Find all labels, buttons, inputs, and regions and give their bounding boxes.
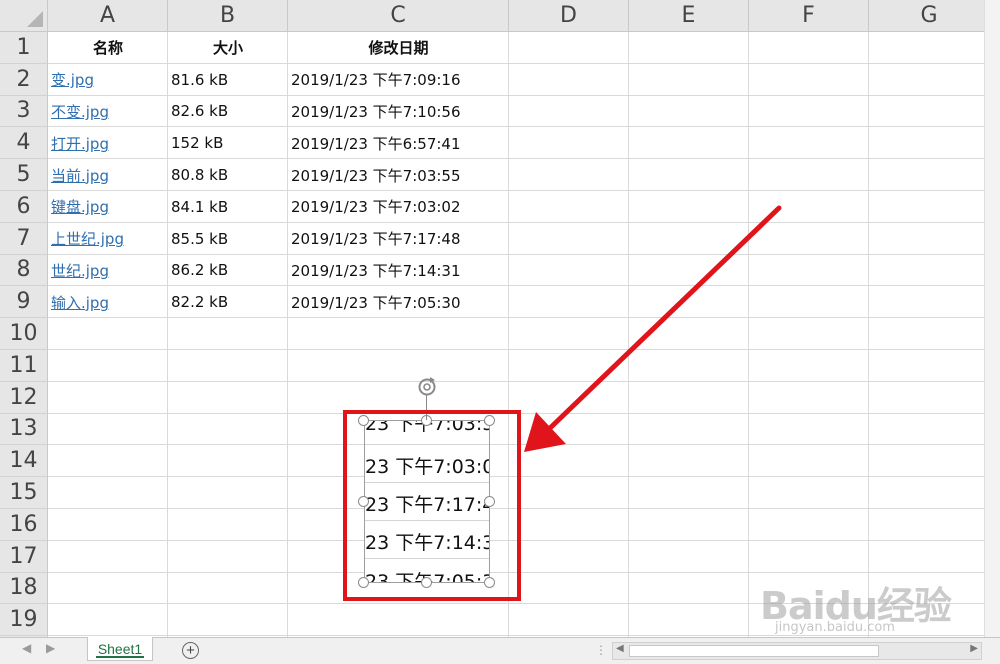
file-link-cell[interactable]: 世纪.jpg (48, 255, 168, 287)
row-header-2[interactable]: 2 (0, 63, 48, 96)
grid-hline (48, 508, 1000, 509)
row-header-11[interactable]: 11 (0, 350, 48, 382)
grid-hline (48, 444, 1000, 446)
date-cell[interactable]: 2019/1/23 下午7:03:02 (288, 191, 509, 223)
row-header-8[interactable]: 8 (0, 254, 48, 287)
row-header-4[interactable]: 4 (0, 127, 48, 160)
size-cell[interactable]: 82.2 kB (168, 286, 288, 318)
grid-vline (868, 32, 869, 637)
red-highlight-box (343, 410, 521, 601)
date-cell[interactable]: 2019/1/23 下午7:05:30 (288, 286, 509, 318)
sheet-tab-sheet1[interactable]: Sheet1 (87, 637, 153, 661)
rotate-handle-icon[interactable] (416, 375, 438, 397)
grid-hline (48, 539, 1000, 541)
spreadsheet-grid[interactable]: 1234567891011121314151617181920ABCDEFG名称… (0, 0, 1000, 637)
column-header-e[interactable]: E (629, 0, 749, 32)
table-header-cell[interactable]: 修改日期 (288, 32, 509, 64)
size-cell[interactable]: 85.5 kB (168, 223, 288, 255)
date-cell[interactable]: 2019/1/23 下午7:14:31 (288, 255, 509, 287)
sheet-tab-label: Sheet1 (97, 640, 143, 657)
row-header-5[interactable]: 5 (0, 159, 48, 191)
plus-circle-icon[interactable]: + (182, 642, 199, 659)
file-link-cell[interactable]: 上世纪.jpg (48, 223, 168, 255)
grid-hline (48, 349, 1000, 350)
select-all-corner[interactable] (0, 0, 48, 32)
row-header-18[interactable]: 18 (0, 572, 48, 605)
table-header-cell[interactable]: 大小 (168, 32, 288, 64)
size-cell[interactable]: 82.6 kB (168, 96, 288, 128)
row-header-19[interactable]: 19 (0, 604, 48, 637)
row-header-3[interactable]: 3 (0, 95, 48, 128)
row-header-1[interactable]: 1 (0, 32, 48, 64)
scroll-left-icon[interactable]: ◀ (616, 643, 624, 654)
date-cell[interactable]: 2019/1/23 下午7:10:56 (288, 96, 509, 128)
row-header-7[interactable]: 7 (0, 222, 48, 255)
row-header-9[interactable]: 9 (0, 286, 48, 319)
size-cell[interactable]: 81.6 kB (168, 64, 288, 96)
file-link-cell[interactable]: 变.jpg (48, 64, 168, 96)
file-link-cell[interactable]: 输入.jpg (48, 286, 168, 318)
row-header-12[interactable]: 12 (0, 381, 48, 414)
grid-vline (748, 32, 749, 637)
size-cell[interactable]: 86.2 kB (168, 255, 288, 287)
row-header-16[interactable]: 16 (0, 509, 48, 541)
file-link-cell[interactable]: 不变.jpg (48, 96, 168, 128)
active-tab-underline (96, 656, 144, 658)
size-cell[interactable]: 80.8 kB (168, 159, 288, 191)
file-link-cell[interactable]: 打开.jpg (48, 127, 168, 159)
grid-hline (48, 571, 1000, 573)
column-header-c[interactable]: C (288, 0, 509, 32)
column-header-g[interactable]: G (869, 0, 990, 32)
date-cell[interactable]: 2019/1/23 下午6:57:41 (288, 127, 509, 159)
file-link-cell[interactable]: 键盘.jpg (48, 191, 168, 223)
vertical-scrollbar[interactable] (984, 0, 1000, 637)
tab-split-handle[interactable]: ⋮ (595, 643, 608, 657)
date-cell[interactable]: 2019/1/23 下午7:09:16 (288, 64, 509, 96)
scrollbar-thumb[interactable] (629, 645, 879, 657)
row-header-15[interactable]: 15 (0, 477, 48, 509)
row-header-10[interactable]: 10 (0, 318, 48, 350)
row-header-17[interactable]: 17 (0, 540, 48, 573)
row-header-13[interactable]: 13 (0, 413, 48, 446)
grid-hline (48, 412, 1000, 414)
grid-hline (48, 380, 1000, 382)
next-sheet-icon[interactable]: ▶ (46, 641, 55, 655)
size-cell[interactable]: 152 kB (168, 127, 288, 159)
add-sheet-symbol: + (186, 642, 195, 659)
column-header-d[interactable]: D (509, 0, 629, 32)
select-all-icon (27, 11, 43, 27)
watermark-url: jingyan.baidu.com (775, 620, 895, 635)
file-link-cell[interactable]: 当前.jpg (48, 159, 168, 191)
date-cell[interactable]: 2019/1/23 下午7:03:55 (288, 159, 509, 191)
grid-vline (628, 32, 629, 637)
prev-sheet-icon[interactable]: ◀ (22, 641, 31, 655)
row-header-14[interactable]: 14 (0, 445, 48, 478)
row-header-6[interactable]: 6 (0, 191, 48, 223)
column-header-f[interactable]: F (749, 0, 869, 32)
grid-hline (48, 476, 1000, 478)
horizontal-scrollbar[interactable]: ◀ ▶ (612, 642, 982, 660)
sheet-tab-bar: ◀ ▶ Sheet1 + ⋮ ◀ ▶ (0, 637, 1000, 664)
size-cell[interactable]: 84.1 kB (168, 191, 288, 223)
column-header-b[interactable]: B (168, 0, 288, 32)
column-header-a[interactable]: A (48, 0, 168, 32)
table-header-cell[interactable]: 名称 (48, 32, 168, 64)
date-cell[interactable]: 2019/1/23 下午7:17:48 (288, 223, 509, 255)
scroll-right-icon[interactable]: ▶ (970, 643, 978, 654)
